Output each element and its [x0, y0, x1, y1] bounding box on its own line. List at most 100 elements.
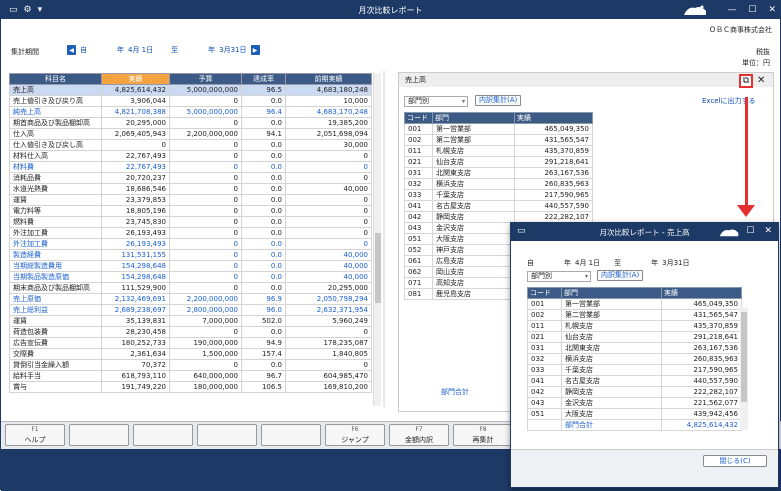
department-row[interactable]: 041 名古屋支店 440,557,590 [404, 200, 593, 212]
popup-department-row[interactable]: 002 第二営業部 431,565,547 [527, 309, 742, 321]
table-scrollbar[interactable] [373, 73, 381, 406]
popup-maximize-icon[interactable]: ☐ [746, 226, 754, 236]
table-row[interactable]: 荷造包装費 28,230,458 0 0.0 0 [9, 326, 372, 338]
popup-department-row[interactable]: 001 第一営業部 465,049,350 [527, 298, 742, 310]
table-row[interactable]: 仕入高 2,069,405,943 2,200,000,000 94.1 2,051,6… [9, 128, 372, 140]
popup-close-button[interactable]: 閉じる(C) [703, 455, 767, 467]
department-row[interactable]: 031 北関東支店 263,167,536 [404, 167, 593, 179]
table-row[interactable]: 売上値引き及び戻り高 3,906,044 0 0.0 10,000 [9, 95, 372, 107]
department-row[interactable]: 032 横浜支店 260,835,963 [404, 178, 593, 190]
settings-icon[interactable]: ⚙ [24, 5, 32, 15]
table-row[interactable]: 運賃 23,379,853 0 0.0 0 [9, 194, 372, 206]
cell-department: 第二営業部 [432, 134, 515, 146]
popup-department-row[interactable]: 043 金沢支店 221,562,077 [527, 397, 742, 409]
col-code[interactable]: コード [404, 112, 433, 124]
department-row[interactable]: 001 第一営業部 465,049,350 [404, 123, 593, 135]
cell-code: 002 [404, 134, 433, 146]
table-row[interactable]: 材料費 22,767,493 0 0.0 0 [9, 161, 372, 173]
table-row[interactable]: 製造経費 131,531,155 0 0.0 40,000 [9, 249, 372, 261]
table-row[interactable]: 水道光熱費 18,686,546 0 0.0 40,000 [9, 183, 372, 195]
department-row[interactable]: 002 第二営業部 431,565,547 [404, 134, 593, 146]
cell-account: 給料手当 [9, 370, 102, 382]
popup-close-icon[interactable]: ✕ [764, 226, 772, 236]
popup-department-row[interactable]: 031 北関東支店 263,167,536 [527, 342, 742, 354]
prev-period-button[interactable]: ◀ [67, 45, 76, 55]
dropdown-icon[interactable]: ▾ [38, 5, 43, 15]
table-row[interactable]: 給料手当 618,793,110 640,000,000 96.7 604,985,47… [9, 370, 372, 382]
department-row[interactable]: 042 静岡支店 222,282,107 [404, 211, 593, 223]
function-key-2[interactable] [69, 424, 129, 446]
table-row[interactable]: 売上総利益 2,689,238,697 2,800,000,000 96.0 2,632… [9, 304, 372, 316]
table-row[interactable]: 当期製品製造原価 154,298,648 0 0.0 40,000 [9, 271, 372, 283]
department-select[interactable]: 部門別 ▾ [404, 96, 468, 107]
popup-title-bar: ▭ 月次比較レポート - 売上高 — ☐ ✕ [511, 223, 778, 241]
col-budget[interactable]: 予算 [169, 73, 242, 85]
minimize-icon[interactable]: — [727, 5, 736, 15]
popup-department-row[interactable]: 041 名古屋支店 440,557,590 [527, 375, 742, 387]
breakdown-button[interactable]: 内訳集計(A) [475, 95, 522, 106]
popup-department-row[interactable]: 042 静岡支店 222,282,107 [527, 386, 742, 398]
function-key-3[interactable] [133, 424, 193, 446]
table-row[interactable]: 売上高 4,825,614,432 5,000,000,000 96.5 4,683,1… [9, 84, 372, 96]
table-row[interactable]: 運賃 35,139,831 7,000,000 502.0 5,960,249 [9, 315, 372, 327]
department-row[interactable]: 021 仙台支店 291,218,641 [404, 156, 593, 168]
function-key-7[interactable]: F7 金額内訳 [389, 424, 449, 446]
function-key-8[interactable]: F8 再集計 [453, 424, 513, 446]
panel-close-icon[interactable]: ✕ [757, 75, 765, 86]
popup-col-amount[interactable]: 実績 [661, 287, 742, 299]
popup-col-code[interactable]: コード [527, 287, 562, 299]
department-row[interactable]: 033 千葉支店 217,590,965 [404, 189, 593, 201]
close-icon[interactable]: ✕ [768, 5, 776, 15]
table-row[interactable]: 純売上高 4,821,708,388 5,000,000,000 96.4 4,683,… [9, 106, 372, 118]
table-row[interactable]: 広告宣伝費 180,252,733 190,000,000 94.9 178,235,0… [9, 337, 372, 349]
col-achievement[interactable]: 達成率 [241, 73, 286, 85]
function-key-4[interactable] [197, 424, 257, 446]
col-account[interactable]: 科目名 [9, 73, 102, 85]
pane-splitter[interactable] [383, 71, 385, 407]
cell-prior: 2,050,798,294 [285, 293, 372, 305]
col-actual[interactable]: 実績 [101, 73, 170, 85]
table-row[interactable]: 貸倒引当金繰入額 70,372 0 0.0 0 [9, 359, 372, 371]
table-row[interactable]: 当期総製造費用 154,298,648 0 0.0 40,000 [9, 260, 372, 272]
table-row[interactable]: 期末商品及び製品棚卸高 111,529,900 0 0.0 20,295,000 [9, 282, 372, 294]
function-key-6[interactable]: F6 ジャンプ [325, 424, 385, 446]
col-amount[interactable]: 実績 [514, 112, 593, 124]
scroll-thumb[interactable] [375, 233, 381, 303]
popup-department-row[interactable]: 011 札幌支店 435,370,859 [527, 320, 742, 332]
popup-scrollbar[interactable] [740, 308, 748, 430]
table-row[interactable]: 外注加工費 26,193,493 0 0.0 0 [9, 227, 372, 239]
function-key-5[interactable] [261, 424, 321, 446]
table-row[interactable]: 期首商品及び製品棚卸高 20,295,000 0 0.0 19,385,200 [9, 117, 372, 129]
table-row[interactable]: 仕入値引き及び戻し高 0 0 0.0 30,000 [9, 139, 372, 151]
cell-code: 011 [404, 145, 433, 157]
table-row[interactable]: 材料仕入高 22,767,493 0 0.0 0 [9, 150, 372, 162]
table-row[interactable]: 外注加工費 26,193,493 0 0.0 0 [9, 238, 372, 250]
col-department[interactable]: 部門 [432, 112, 515, 124]
department-row[interactable]: 011 札幌支店 435,370,859 [404, 145, 593, 157]
function-key-1[interactable]: F1 ヘルプ [5, 424, 65, 446]
popup-col-department[interactable]: 部門 [561, 287, 662, 299]
window-icon[interactable]: ▭ [9, 5, 18, 15]
popout-window: ▭ 月次比較レポート - 売上高 — ☐ ✕ 自 年 4月 1日 至 年 3月3… [510, 222, 779, 488]
popout-window-icon[interactable]: ⧉ [739, 74, 753, 88]
popup-department-select[interactable]: 部門別 ▾ [527, 271, 591, 282]
table-row[interactable]: 消耗品費 20,720,237 0 0.0 0 [9, 172, 372, 184]
popup-minimize-icon[interactable]: — [727, 226, 736, 236]
table-row[interactable]: 賞与 191,749,220 180,000,000 106.5 169,810,200 [9, 381, 372, 393]
table-row[interactable]: 電力料等 18,805,196 0 0.0 0 [9, 205, 372, 217]
cell-actual: 70,372 [101, 359, 170, 371]
popup-department-row[interactable]: 033 千葉支店 217,590,965 [527, 364, 742, 376]
popup-scroll-thumb[interactable] [741, 312, 747, 402]
table-row[interactable]: 売上原価 2,132,469,691 2,200,000,000 96.9 2,050,… [9, 293, 372, 305]
popup-breakdown-button[interactable]: 内訳集計(A) [597, 270, 644, 281]
popup-department-row[interactable]: 032 横浜支店 260,835,963 [527, 353, 742, 365]
popup-department-row[interactable]: 021 仙台支店 291,218,641 [527, 331, 742, 343]
cell-department: 千葉支店 [561, 364, 662, 376]
table-row[interactable]: 交際費 2,361,634 1,500,000 157.4 1,840,805 [9, 348, 372, 360]
maximize-icon[interactable]: ☐ [748, 5, 756, 15]
table-row[interactable]: 燃料費 23,745,830 0 0.0 0 [9, 216, 372, 228]
function-key-code: F6 [351, 426, 359, 433]
col-prior-actual[interactable]: 前期実績 [285, 73, 372, 85]
popup-department-row[interactable]: 051 大阪支店 439,942,456 [527, 408, 742, 420]
next-period-button[interactable]: ▶ [250, 45, 260, 55]
